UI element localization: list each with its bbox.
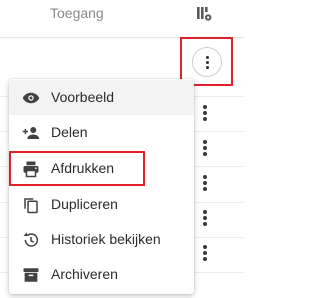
menu-item-voorbeeld[interactable]: Voorbeeld xyxy=(9,80,194,115)
more-vert-icon xyxy=(203,105,207,109)
row-more-button[interactable] xyxy=(201,245,209,261)
row-more-button[interactable] xyxy=(201,175,209,191)
menu-item-label: Archiveren xyxy=(51,266,118,282)
more-actions-button[interactable] xyxy=(192,47,222,77)
row-more-button[interactable] xyxy=(201,210,209,226)
menu-item-label: Historiek bekijken xyxy=(51,231,161,247)
menu-item-label: Dupliceren xyxy=(51,196,118,212)
column-settings-icon[interactable] xyxy=(196,6,212,22)
person-add-icon xyxy=(22,127,40,139)
more-vert-icon xyxy=(203,210,207,214)
menu-item-label: Afdrukken xyxy=(51,160,115,176)
eye-icon xyxy=(22,92,40,104)
menu-item-dupliceren[interactable]: Dupliceren xyxy=(9,187,194,222)
more-vert-icon xyxy=(203,245,207,249)
menu-item-label: Delen xyxy=(51,124,88,140)
more-vert-icon xyxy=(206,56,209,59)
row-more-button[interactable] xyxy=(201,140,209,156)
more-vert-icon xyxy=(203,175,207,179)
menu-item-afdrukken[interactable]: Afdrukken xyxy=(9,151,194,186)
copy-icon xyxy=(24,198,38,214)
menu-item-delen[interactable]: Delen xyxy=(9,115,194,150)
table-header: Toegang xyxy=(0,0,244,38)
menu-item-historiek[interactable]: Historiek bekijken xyxy=(9,222,194,257)
page: Toegang Voorbeeld Delen Afdrukken Duplic… xyxy=(0,0,244,298)
row-more-button[interactable] xyxy=(201,105,209,121)
printer-icon xyxy=(23,161,39,178)
history-icon xyxy=(23,232,39,247)
column-header-toegang[interactable]: Toegang xyxy=(50,5,104,21)
more-vert-icon xyxy=(203,140,207,144)
actions-menu: Voorbeeld Delen Afdrukken Dupliceren His… xyxy=(9,79,194,294)
menu-item-archiveren[interactable]: Archiveren xyxy=(9,257,194,292)
menu-item-label: Voorbeeld xyxy=(51,89,115,105)
archive-icon xyxy=(23,268,39,282)
